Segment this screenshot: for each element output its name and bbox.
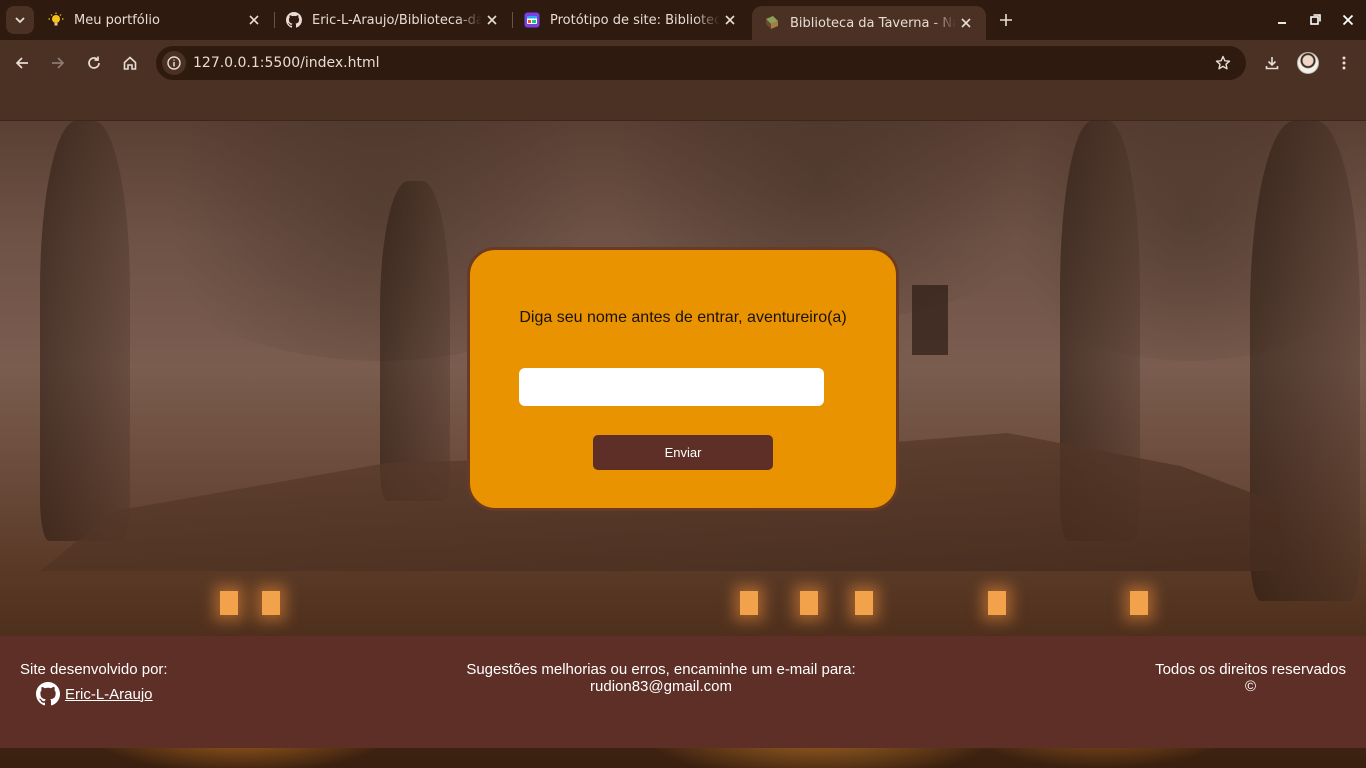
tab-github-repo[interactable]: Eric-L-Araujo/Biblioteca-da-taverna	[274, 0, 512, 40]
tab-title: Eric-L-Araujo/Biblioteca-da-taverna	[312, 12, 482, 28]
download-icon	[1265, 57, 1279, 70]
tab-search-button[interactable]	[6, 6, 34, 34]
bookmark-star-button[interactable]	[1214, 54, 1232, 72]
arrow-right-icon	[52, 57, 65, 69]
tab-title: Meu portfólio	[74, 12, 160, 28]
forward-button[interactable]	[44, 49, 72, 77]
lightbulb-icon	[48, 12, 64, 28]
bookmarks-bar	[0, 86, 1366, 121]
reload-icon	[88, 56, 100, 69]
copyright-symbol: ©	[1245, 678, 1257, 695]
downloads-button[interactable]	[1258, 49, 1286, 77]
github-icon	[286, 12, 302, 28]
enviar-button[interactable]: Enviar	[593, 435, 773, 470]
arrow-left-icon	[15, 57, 28, 69]
menu-button[interactable]	[1330, 49, 1358, 77]
close-window-button[interactable]	[1336, 8, 1360, 32]
close-icon[interactable]	[956, 13, 976, 33]
star-icon	[1215, 55, 1231, 70]
close-icon	[1342, 14, 1354, 26]
contact-email: rudion83@gmail.com	[590, 678, 732, 695]
profile-button[interactable]	[1294, 49, 1322, 77]
new-tab-button[interactable]	[994, 8, 1018, 32]
home-button[interactable]	[116, 49, 144, 77]
tab-meu-portfolio[interactable]: Meu portfólio	[36, 0, 274, 40]
kebab-menu-icon	[1342, 56, 1346, 70]
name-dialog: Diga seu nome antes de entrar, aventurei…	[467, 247, 899, 511]
site-info-button[interactable]	[162, 51, 186, 75]
site-footer: Site desenvolvido por: Eric-L-Araujo Sug…	[0, 636, 1366, 748]
rights-text: Todos os direitos reservados	[1155, 661, 1346, 678]
tab-prototipo[interactable]: Protótipo de site: Biblioteca da Taverna	[512, 0, 750, 40]
restore-button[interactable]	[1303, 8, 1327, 32]
footer-rights: Todos os direitos reservados ©	[1155, 661, 1346, 695]
tab-title: Protótipo de site: Biblioteca da Taverna	[550, 12, 720, 28]
avatar	[1297, 52, 1319, 74]
figma-icon	[524, 12, 540, 28]
close-icon[interactable]	[482, 10, 502, 30]
tab-title: Biblioteca da Taverna - Na porta	[790, 15, 956, 31]
tab-strip: Meu portfólio Eric-L-Araujo/Biblioteca-d…	[0, 0, 1366, 40]
minimize-icon	[1278, 22, 1286, 24]
plus-icon	[1000, 14, 1012, 26]
restore-icon	[1310, 14, 1321, 25]
minimize-button[interactable]	[1270, 8, 1294, 32]
info-icon	[167, 56, 181, 70]
url-text[interactable]: 127.0.0.1:5500/index.html	[193, 55, 380, 71]
tab-biblioteca-taverna[interactable]: Biblioteca da Taverna - Na porta	[752, 6, 986, 40]
close-icon[interactable]	[720, 10, 740, 30]
address-bar[interactable]: 127.0.0.1:5500/index.html	[156, 46, 1246, 80]
close-icon[interactable]	[244, 10, 264, 30]
name-input[interactable]	[519, 368, 824, 406]
page-viewport: Diga seu nome antes de entrar, aventurei…	[0, 121, 1366, 768]
home-icon	[123, 56, 137, 70]
chevron-down-icon	[15, 17, 25, 24]
name-prompt: Diga seu nome antes de entrar, aventurei…	[519, 309, 847, 326]
back-button[interactable]	[8, 49, 36, 77]
contact-label: Sugestões melhorias ou erros, encaminhe …	[466, 661, 856, 678]
book-icon	[764, 15, 780, 31]
reload-button[interactable]	[80, 49, 108, 77]
browser-toolbar: 127.0.0.1:5500/index.html	[0, 40, 1366, 86]
footer-contact: Sugestões melhorias ou erros, encaminhe …	[0, 661, 1322, 695]
